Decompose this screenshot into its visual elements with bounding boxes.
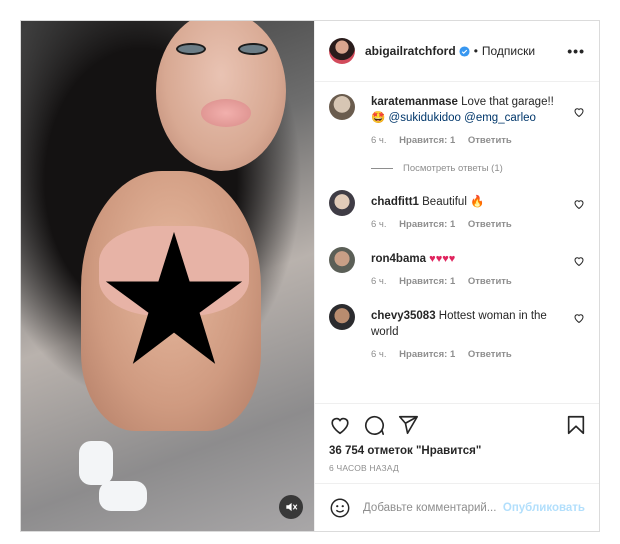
comment-likes[interactable]: Нравится: 1	[399, 349, 455, 360]
comment-meta: 6 ч. Нравится: 1 Ответить	[371, 133, 565, 149]
video-frame-shoe	[99, 481, 147, 511]
commenter-avatar[interactable]	[329, 304, 355, 330]
comment-mention[interactable]: @emg_carleo	[464, 112, 536, 124]
comment-emoji: 🤩	[371, 112, 386, 124]
post-header: abigailratchford • Подписки •••	[315, 21, 599, 82]
comment-item: chevy35083 Hottest woman in the world 6 …	[329, 304, 585, 363]
comment-input[interactable]	[363, 501, 503, 514]
comment-item: ron4bama ♥♥♥♥ 6 ч. Нравится: 1 Ответить	[329, 247, 585, 290]
red-heart-emoji-icon: ♥♥♥♥	[429, 253, 456, 265]
comment-like-icon[interactable]	[573, 106, 585, 118]
commenter-avatar[interactable]	[329, 94, 355, 120]
heart-icon[interactable]	[329, 414, 351, 436]
verified-badge-icon	[459, 45, 470, 57]
comment-likes[interactable]: Нравится: 1	[399, 276, 455, 287]
add-comment-bar: Опубликовать	[315, 483, 599, 531]
post-actions: 36 754 отметок "Нравится" 6 ЧАСОВ НАЗАД	[315, 403, 599, 483]
comment-username[interactable]: chevy35083	[371, 310, 436, 322]
reply-button[interactable]: Ответить	[468, 349, 512, 360]
post-video[interactable]	[21, 21, 314, 531]
commenter-avatar[interactable]	[329, 247, 355, 273]
comment-time: 6 ч.	[371, 349, 387, 360]
comment-username[interactable]: ron4bama	[371, 253, 426, 265]
censor-star-icon	[105, 231, 243, 364]
post-card: abigailratchford • Подписки ••• karatema…	[20, 20, 600, 532]
replies-divider	[371, 168, 393, 169]
comment-like-icon[interactable]	[573, 198, 585, 210]
view-replies-label: Посмотреть ответы (1)	[403, 163, 503, 174]
comment-time: 6 ч.	[371, 276, 387, 287]
comment-icon[interactable]	[363, 414, 385, 436]
author-avatar[interactable]	[329, 38, 355, 64]
comment-mention[interactable]: @sukidukidoo	[389, 112, 461, 124]
comment-meta: 6 ч. Нравится: 1 Ответить	[371, 347, 565, 363]
speaker-muted-icon	[286, 502, 298, 512]
reply-button[interactable]: Ответить	[468, 135, 512, 146]
comment-likes[interactable]: Нравится: 1	[399, 135, 455, 146]
emoji-icon[interactable]	[329, 497, 351, 519]
reply-button[interactable]: Ответить	[468, 219, 512, 230]
post-side-panel: abigailratchford • Подписки ••• karatema…	[314, 21, 599, 531]
share-icon[interactable]	[397, 414, 419, 436]
bookmark-icon[interactable]	[565, 414, 587, 436]
comment-meta: 6 ч. Нравится: 1 Ответить	[371, 217, 565, 233]
publish-button[interactable]: Опубликовать	[503, 502, 585, 514]
comment-text: Beautiful	[422, 196, 467, 208]
view-replies-button[interactable]: Посмотреть ответы (1)	[371, 163, 585, 174]
comment-time: 6 ч.	[371, 135, 387, 146]
commenter-avatar[interactable]	[329, 190, 355, 216]
video-frame-shoe	[79, 441, 113, 485]
fire-emoji-icon: 🔥	[470, 196, 485, 208]
comment-item: karatemanmase Love that garage!! 🤩 @suki…	[329, 94, 585, 149]
more-options-button[interactable]: •••	[567, 43, 585, 59]
follow-status-button[interactable]: Подписки	[482, 44, 535, 58]
comment-username[interactable]: karatemanmase	[371, 96, 458, 108]
comment-time: 6 ч.	[371, 219, 387, 230]
comment-like-icon[interactable]	[573, 312, 585, 324]
header-separator: •	[473, 44, 478, 58]
comment-text: Love that garage!!	[461, 96, 554, 108]
comment-likes[interactable]: Нравится: 1	[399, 219, 455, 230]
comment-item: chadfitt1 Beautiful 🔥 6 ч. Нравится: 1 О…	[329, 190, 585, 233]
reply-button[interactable]: Ответить	[468, 276, 512, 287]
author-username[interactable]: abigailratchford	[365, 44, 456, 58]
mute-button[interactable]	[279, 495, 303, 519]
comment-username[interactable]: chadfitt1	[371, 196, 419, 208]
comments-list[interactable]: karatemanmase Love that garage!! 🤩 @suki…	[315, 82, 599, 403]
comment-like-icon[interactable]	[573, 255, 585, 267]
post-time: 6 ЧАСОВ НАЗАД	[329, 463, 399, 473]
comment-meta: 6 ч. Нравится: 1 Ответить	[371, 274, 565, 290]
likes-count[interactable]: 36 754 отметок "Нравится"	[329, 445, 587, 457]
